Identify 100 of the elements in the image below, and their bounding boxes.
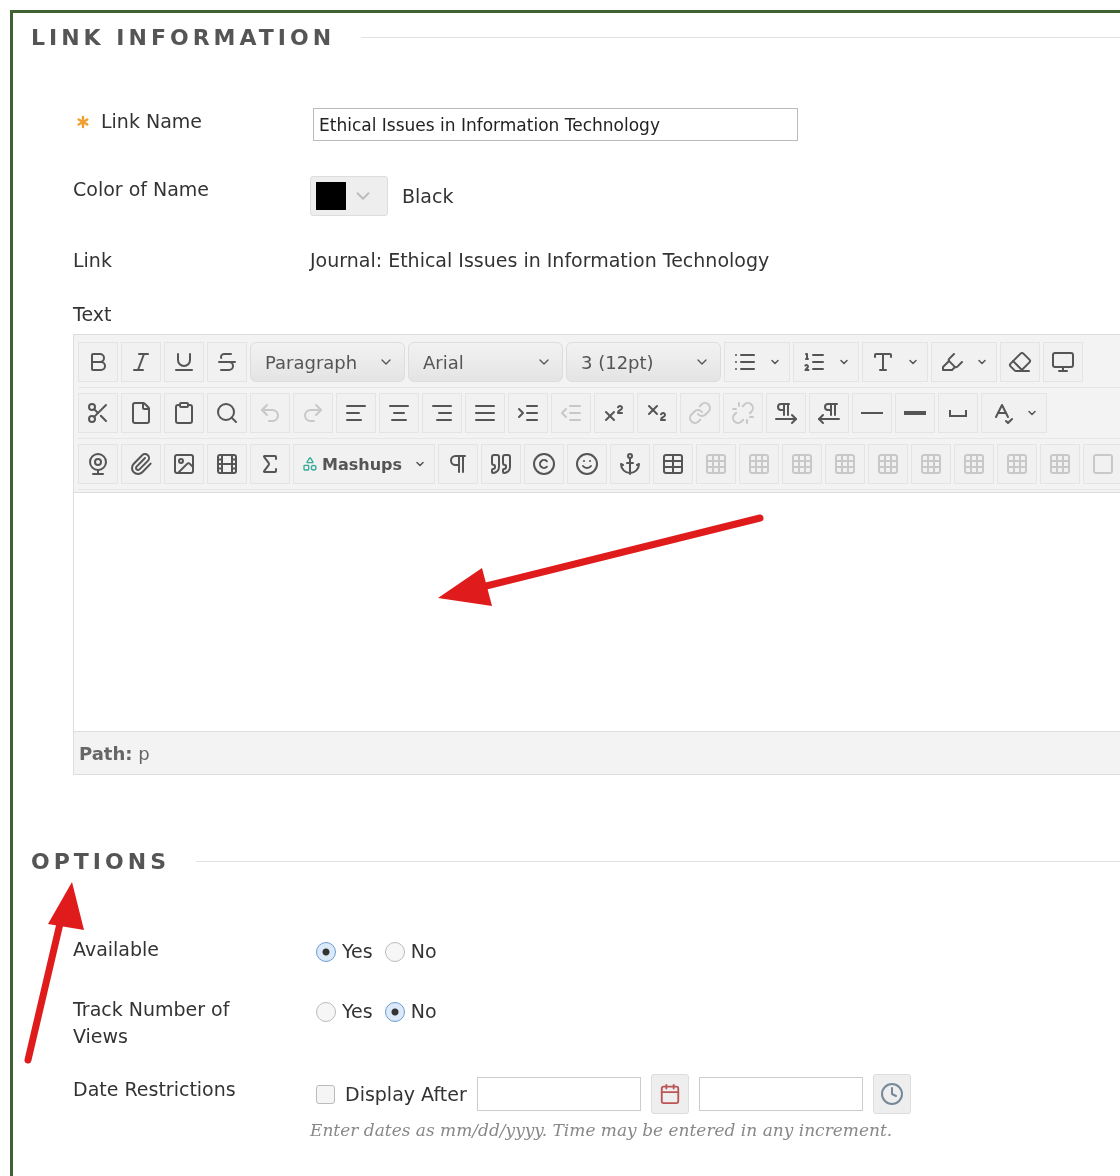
superscript-button[interactable]: [594, 393, 634, 433]
pilcrow-right-button[interactable]: [766, 393, 806, 433]
scissors-button[interactable]: [78, 393, 118, 433]
film-button[interactable]: [207, 444, 247, 484]
color-name: Black: [402, 183, 454, 209]
redo-icon: [301, 401, 325, 425]
subscript-button[interactable]: [637, 393, 677, 433]
quote-button[interactable]: [481, 444, 521, 484]
calendar-icon: [658, 1083, 681, 1105]
align-left-button[interactable]: [336, 393, 376, 433]
align-center-button[interactable]: [379, 393, 419, 433]
quote-icon: [489, 452, 513, 476]
highlighter-icon: [940, 350, 964, 374]
highlighter-button[interactable]: [931, 342, 997, 382]
image-button[interactable]: [164, 444, 204, 484]
webcam-icon: [86, 452, 110, 476]
numbered-list-icon: [802, 350, 826, 374]
table-icon: [661, 452, 685, 476]
dropdown-select[interactable]: 3 (12pt): [566, 342, 721, 382]
film-icon: [215, 452, 239, 476]
radio-button[interactable]: [384, 941, 405, 962]
field-label: Date Restrictions: [73, 1077, 237, 1102]
document-icon: [129, 401, 153, 425]
indent-button[interactable]: [508, 393, 548, 433]
smile-button[interactable]: [567, 444, 607, 484]
calendar-button[interactable]: [650, 1074, 689, 1114]
numbered-list-button[interactable]: [793, 342, 859, 382]
radio-button[interactable]: [384, 1001, 405, 1022]
underline-icon: [172, 350, 196, 374]
dropdown-select[interactable]: Arial: [408, 342, 563, 382]
time-field[interactable]: [698, 1077, 863, 1111]
align-right-button[interactable]: [422, 393, 462, 433]
webcam-button[interactable]: [78, 444, 118, 484]
clipboard-button[interactable]: [164, 393, 204, 433]
thin-line-button[interactable]: [852, 393, 892, 433]
bold-button[interactable]: [78, 342, 118, 382]
text-color-button[interactable]: [862, 342, 928, 382]
grid-icon: [790, 452, 814, 476]
search-button[interactable]: [207, 393, 247, 433]
color-picker[interactable]: [310, 176, 388, 216]
grid-icon: [833, 452, 857, 476]
smile-icon: [575, 452, 599, 476]
radio-label: No: [410, 939, 437, 964]
scissors-icon: [86, 401, 110, 425]
copyright-button[interactable]: [524, 444, 564, 484]
section-title: LINK INFORMATION: [31, 25, 336, 50]
paperclip-icon: [129, 452, 153, 476]
clock-button[interactable]: [872, 1074, 911, 1114]
grid-icon: [1048, 452, 1072, 476]
eraser-button[interactable]: [1000, 342, 1040, 382]
spellcheck-button[interactable]: [981, 393, 1047, 433]
radio-button[interactable]: [316, 941, 336, 962]
grid-icon: [704, 452, 728, 476]
radio-button[interactable]: [316, 1001, 336, 1022]
date-field[interactable]: [476, 1077, 641, 1111]
field-label: Track Number of Views: [73, 997, 231, 1049]
color-swatch: [316, 182, 346, 210]
menu-button[interactable]: Mashups: [293, 444, 435, 484]
monitor-button[interactable]: [1043, 342, 1083, 382]
grid-icon: [876, 452, 900, 476]
grid-icon: [1005, 452, 1029, 476]
section-title: OPTIONS: [31, 849, 170, 874]
link-name-field[interactable]: Ethical Issues in Information Technology: [313, 108, 798, 141]
pilcrow-right-icon: [774, 401, 798, 425]
italic-button[interactable]: [121, 342, 161, 382]
grid-icon: [747, 452, 771, 476]
strikethrough-button[interactable]: [207, 342, 247, 382]
strikethrough-icon: [215, 350, 239, 374]
space-button[interactable]: [938, 393, 978, 433]
dropdown-select[interactable]: Paragraph: [250, 342, 405, 382]
document-button[interactable]: [121, 393, 161, 433]
field-label: Color of Name: [73, 177, 211, 202]
monitor-icon: [1051, 350, 1075, 374]
checkbox[interactable]: [316, 1084, 335, 1104]
pilcrow-left-icon: [817, 401, 841, 425]
table-button[interactable]: [653, 444, 693, 484]
radio-label: Yes: [342, 939, 373, 964]
pilcrow-button[interactable]: [438, 444, 478, 484]
grid-icon: [962, 452, 986, 476]
sigma-button[interactable]: [250, 444, 290, 484]
square-icon: [1091, 452, 1115, 476]
radio-label: No: [410, 999, 437, 1024]
align-justify-button[interactable]: [465, 393, 505, 433]
link-icon: [688, 401, 712, 425]
path-text: Path: p: [79, 742, 150, 764]
bullet-list-button[interactable]: [724, 342, 790, 382]
field-label: Available: [73, 937, 160, 962]
underline-button[interactable]: [164, 342, 204, 382]
grid-icon: [919, 452, 943, 476]
anchor-button[interactable]: [610, 444, 650, 484]
copyright-icon: [532, 452, 556, 476]
checkbox-label: Display After: [345, 1081, 467, 1107]
anchor-icon: [618, 452, 642, 476]
hint-text: Enter dates as mm/dd/yyyy. Time may be entered in any increment.: [310, 1120, 894, 1140]
pilcrow-left-button[interactable]: [809, 393, 849, 433]
text-color-icon: [871, 350, 895, 374]
thick-line-button[interactable]: [895, 393, 935, 433]
paperclip-button[interactable]: [121, 444, 161, 484]
field-label: Text: [73, 302, 113, 327]
search-icon: [215, 401, 239, 425]
